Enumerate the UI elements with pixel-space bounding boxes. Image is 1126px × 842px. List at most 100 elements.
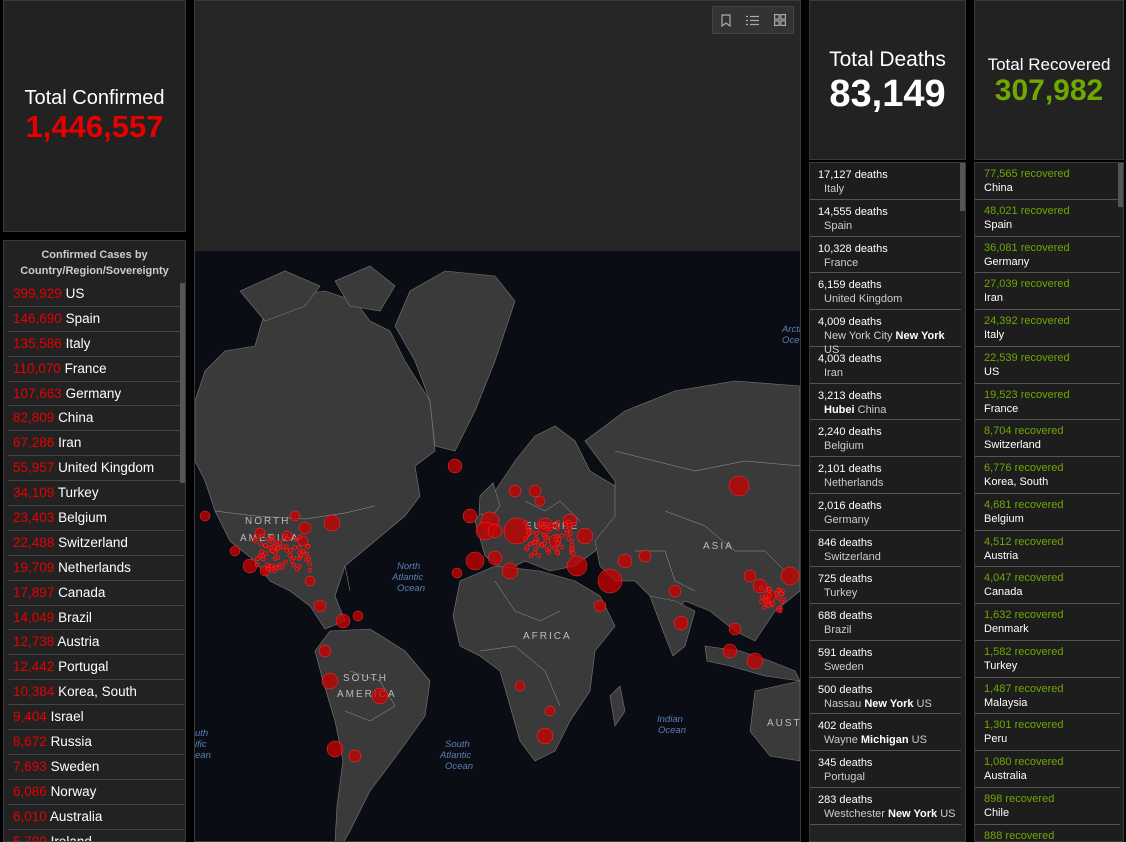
list-icon[interactable]: [745, 12, 761, 28]
case-bubble[interactable]: [743, 569, 757, 583]
case-bubble[interactable]: [291, 555, 297, 561]
case-bubble[interactable]: [273, 550, 278, 555]
case-bubble[interactable]: [323, 514, 341, 532]
case-bubble[interactable]: [462, 508, 478, 524]
case-bubble[interactable]: [673, 615, 689, 631]
case-bubble[interactable]: [759, 599, 764, 604]
confirmed-country-row[interactable]: 6,086 Norway: [8, 780, 184, 805]
confirmed-country-row[interactable]: 5,709 Ireland: [8, 830, 184, 841]
recovered-row[interactable]: 77,565 recovered China: [975, 163, 1120, 200]
deaths-row[interactable]: 402 deaths Wayne Michigan US: [810, 714, 961, 751]
case-bubble[interactable]: [593, 599, 607, 613]
case-bubble[interactable]: [287, 553, 293, 558]
case-bubble[interactable]: [487, 523, 503, 539]
deaths-row[interactable]: 2,240 deaths Belgium: [810, 420, 961, 457]
case-bubble[interactable]: [767, 593, 772, 598]
case-bubble[interactable]: [293, 537, 299, 542]
world-map-panel[interactable]: NORTH AMERICA SOUTH AMERICA EUROPE AFRIC…: [194, 0, 801, 842]
deaths-row[interactable]: 500 deaths Nassau New York US: [810, 677, 961, 715]
case-bubble[interactable]: [307, 568, 313, 573]
case-bubble[interactable]: [554, 550, 560, 556]
confirmed-country-row[interactable]: 23,403 Belgium: [8, 506, 184, 531]
case-bubble[interactable]: [770, 601, 775, 606]
confirmed-country-row[interactable]: 8,672 Russia: [8, 730, 184, 755]
deaths-row[interactable]: 17,127 deaths Italy: [810, 163, 961, 200]
case-bubble[interactable]: [283, 559, 288, 565]
case-bubble[interactable]: [285, 536, 290, 542]
case-bubble[interactable]: [779, 599, 785, 605]
case-bubble[interactable]: [523, 536, 528, 541]
confirmed-country-row[interactable]: 107,663 Germany: [8, 382, 184, 407]
case-bubble[interactable]: [617, 553, 633, 569]
case-bubble[interactable]: [523, 520, 528, 526]
case-bubble[interactable]: [199, 510, 211, 522]
case-bubble[interactable]: [348, 749, 362, 763]
confirmed-country-row[interactable]: 17,897 Canada: [8, 581, 184, 606]
bookmark-icon[interactable]: [718, 12, 734, 28]
case-bubble[interactable]: [554, 533, 560, 539]
case-bubble[interactable]: [264, 562, 270, 568]
deaths-row[interactable]: 4,009 deaths New York City New York US: [810, 310, 961, 356]
deaths-row[interactable]: 4,003 deaths Iran: [810, 346, 961, 384]
case-bubble[interactable]: [291, 562, 296, 568]
recovered-row[interactable]: 1,632 recovered Denmark: [975, 604, 1120, 641]
case-bubble[interactable]: [252, 538, 258, 543]
confirmed-country-row[interactable]: 22,488 Switzerland: [8, 531, 184, 556]
case-bubble[interactable]: [263, 543, 268, 548]
case-bubble[interactable]: [728, 622, 742, 636]
case-bubble[interactable]: [775, 588, 781, 593]
case-bubble[interactable]: [775, 607, 781, 613]
recovered-row[interactable]: 898 recovered Chile: [975, 787, 1120, 825]
case-bubble[interactable]: [275, 546, 281, 551]
case-bubble[interactable]: [552, 545, 557, 551]
confirmed-country-row[interactable]: 6,010 Australia: [8, 805, 184, 830]
case-bubble[interactable]: [263, 551, 268, 556]
deaths-row[interactable]: 283 deaths Westchester New York US: [810, 787, 961, 825]
confirmed-country-row[interactable]: 110,070 France: [8, 357, 184, 382]
case-bubble[interactable]: [275, 555, 281, 560]
case-bubble[interactable]: [529, 529, 535, 535]
case-bubble[interactable]: [569, 538, 575, 544]
recovered-row[interactable]: 24,392 recovered Italy: [975, 310, 1120, 347]
case-bubble[interactable]: [555, 519, 561, 525]
confirmed-country-row[interactable]: 34,109 Turkey: [8, 481, 184, 507]
recovered-row[interactable]: 22,539 recovered US: [975, 346, 1120, 384]
recovered-row[interactable]: 19,523 recovered France: [975, 383, 1120, 421]
case-bubble[interactable]: [292, 545, 297, 550]
deaths-list[interactable]: 17,127 deaths Italy 14,555 deaths Spain 10,3…: [810, 163, 961, 825]
case-bubble[interactable]: [728, 475, 750, 497]
confirmed-country-row[interactable]: 9,404 Israel: [8, 705, 184, 731]
case-bubble[interactable]: [289, 510, 301, 522]
confirmed-country-row[interactable]: 135,586 Italy: [8, 332, 184, 357]
basemap-gallery-icon[interactable]: [772, 12, 788, 28]
case-bubble[interactable]: [298, 552, 304, 558]
case-bubble[interactable]: [524, 544, 530, 550]
case-bubble[interactable]: [254, 527, 266, 539]
deaths-row[interactable]: 10,328 deaths France: [810, 236, 961, 274]
confirmed-country-row[interactable]: 12,442 Portugal: [8, 655, 184, 681]
case-bubble[interactable]: [281, 544, 286, 550]
case-bubble[interactable]: [296, 545, 302, 550]
case-bubble[interactable]: [563, 522, 568, 527]
case-bubble[interactable]: [528, 553, 534, 558]
case-bubble[interactable]: [501, 562, 519, 580]
case-bubble[interactable]: [758, 585, 764, 591]
case-bubble[interactable]: [567, 526, 573, 531]
case-bubble[interactable]: [763, 598, 768, 603]
case-bubble[interactable]: [284, 548, 290, 553]
confirmed-country-row[interactable]: 82,809 China: [8, 406, 184, 432]
case-bubble[interactable]: [298, 521, 312, 535]
deaths-row[interactable]: 846 deaths Switzerland: [810, 530, 961, 568]
case-bubble[interactable]: [761, 605, 767, 610]
case-bubble[interactable]: [305, 544, 310, 549]
confirmed-country-row[interactable]: 19,709 Netherlands: [8, 556, 184, 581]
case-bubble[interactable]: [447, 458, 463, 474]
recovered-row[interactable]: 27,039 recovered Iran: [975, 273, 1120, 310]
case-bubble[interactable]: [549, 523, 555, 528]
case-bubble[interactable]: [638, 549, 652, 563]
deaths-row[interactable]: 14,555 deaths Spain: [810, 199, 961, 237]
case-bubble[interactable]: [280, 564, 286, 570]
case-bubble[interactable]: [526, 530, 531, 536]
deaths-row[interactable]: 3,213 deaths Hubei China: [810, 383, 961, 421]
case-bubble[interactable]: [668, 584, 682, 598]
